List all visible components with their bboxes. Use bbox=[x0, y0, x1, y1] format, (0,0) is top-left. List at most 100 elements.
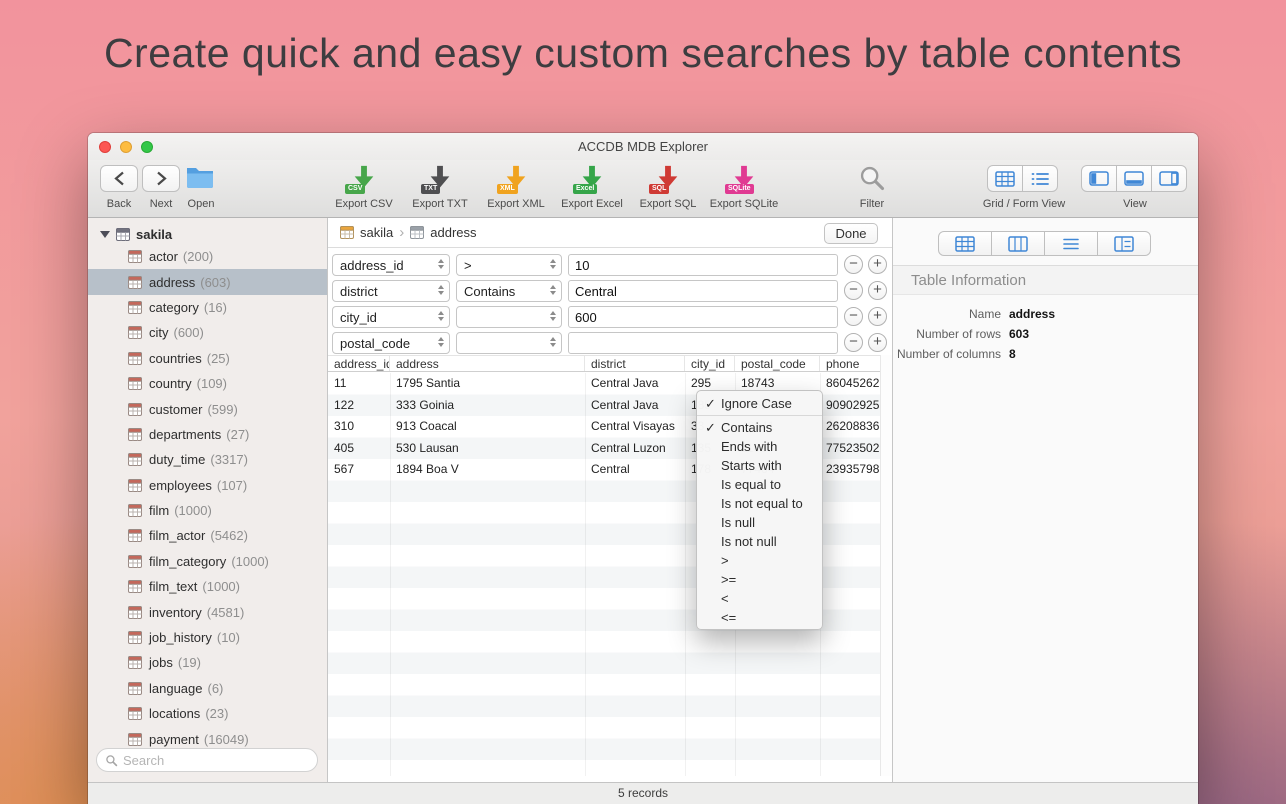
column-header[interactable]: address_id bbox=[328, 356, 390, 371]
remove-filter-button[interactable]: − bbox=[844, 307, 863, 326]
sidebar-item-table[interactable]: locations (23) bbox=[88, 701, 327, 726]
sidebar-item-table[interactable]: category (16) bbox=[88, 295, 327, 320]
app-window: ACCDB MDB Explorer Back Next Open bbox=[88, 133, 1198, 804]
field-select[interactable]: city_id bbox=[332, 306, 450, 328]
operator-select[interactable]: Contains bbox=[456, 280, 562, 302]
breadcrumb-table[interactable]: address bbox=[430, 225, 476, 240]
sidebar-item-table[interactable]: film_actor (5462) bbox=[88, 523, 327, 548]
form-info-view-button[interactable] bbox=[1097, 231, 1151, 256]
remove-filter-button[interactable]: − bbox=[844, 281, 863, 300]
menu-item[interactable]: >= bbox=[697, 570, 822, 589]
cell-address: 1795 Santia bbox=[390, 373, 585, 395]
operator-select[interactable]: > bbox=[456, 254, 562, 276]
field-select[interactable]: postal_code bbox=[332, 332, 450, 354]
columns-view-button[interactable] bbox=[991, 231, 1045, 256]
menu-item[interactable]: Is not null bbox=[697, 532, 822, 551]
export-button[interactable]: CSV Export CSV bbox=[326, 160, 402, 218]
menu-item[interactable]: Is not equal to bbox=[697, 494, 822, 513]
menu-item[interactable]: ✓ Contains bbox=[697, 418, 822, 437]
field-select[interactable]: district bbox=[332, 280, 450, 302]
remove-filter-button[interactable]: − bbox=[844, 333, 863, 352]
breadcrumb-database[interactable]: sakila bbox=[360, 225, 393, 240]
sidebar-item-table[interactable]: country (109) bbox=[88, 371, 327, 396]
sidebar-item-table[interactable]: jobs (19) bbox=[88, 650, 327, 675]
sidebar-item-table[interactable]: actor (200) bbox=[88, 244, 327, 269]
export-button[interactable]: Excel Export Excel bbox=[554, 160, 630, 218]
scrollbar-track[interactable] bbox=[880, 355, 892, 776]
next-button[interactable] bbox=[142, 165, 180, 192]
back-label: Back bbox=[100, 198, 138, 210]
operator-select[interactable] bbox=[456, 332, 562, 354]
table-icon bbox=[128, 250, 142, 263]
show-sidebar-button[interactable] bbox=[1081, 165, 1117, 192]
search-icon bbox=[105, 754, 118, 767]
menu-item[interactable]: Is equal to bbox=[697, 475, 822, 494]
export-button[interactable]: TXT Export TXT bbox=[402, 160, 478, 218]
add-filter-button[interactable]: + bbox=[868, 281, 887, 300]
filter-value-input[interactable] bbox=[568, 332, 838, 354]
filter-value-input[interactable] bbox=[568, 280, 838, 302]
search-input[interactable] bbox=[123, 753, 317, 768]
info-field: Name address bbox=[893, 304, 1198, 324]
operator-select[interactable] bbox=[456, 306, 562, 328]
menu-item[interactable]: < bbox=[697, 589, 822, 608]
filter-button[interactable] bbox=[858, 164, 886, 195]
table-name: duty_time bbox=[149, 452, 205, 467]
menu-item[interactable]: Ends with bbox=[697, 437, 822, 456]
sidebar-item-table[interactable]: address (603) bbox=[88, 269, 327, 294]
back-button[interactable] bbox=[100, 165, 138, 192]
sidebar-search-field[interactable] bbox=[96, 748, 318, 772]
sidebar-item-table[interactable]: film_text (1000) bbox=[88, 574, 327, 599]
grid-view-button[interactable] bbox=[987, 165, 1023, 192]
open-button[interactable] bbox=[185, 164, 217, 193]
form-view-button[interactable] bbox=[1022, 165, 1058, 192]
sidebar-item-database[interactable]: sakila bbox=[88, 222, 327, 246]
export-button[interactable]: SQL Export SQL bbox=[630, 160, 706, 218]
filter-row: address_id > − + bbox=[328, 254, 892, 276]
sidebar-item-table[interactable]: job_history (10) bbox=[88, 625, 327, 650]
export-button[interactable]: SQLite Export SQLite bbox=[706, 160, 782, 218]
menu-item[interactable]: <= bbox=[697, 608, 822, 627]
disclosure-triangle-icon[interactable] bbox=[100, 231, 110, 238]
filter-value-input[interactable] bbox=[568, 306, 838, 328]
rows-view-button[interactable] bbox=[1044, 231, 1098, 256]
menu-item-label: <= bbox=[721, 610, 736, 625]
rows-icon bbox=[1061, 236, 1081, 252]
done-button[interactable]: Done bbox=[824, 223, 878, 244]
sidebar-item-table[interactable]: customer (599) bbox=[88, 396, 327, 421]
column-header[interactable]: city_id bbox=[685, 356, 735, 371]
table-name: inventory bbox=[149, 605, 202, 620]
sidebar-item-table[interactable]: departments (27) bbox=[88, 422, 327, 447]
sidebar-item-table[interactable]: inventory (4581) bbox=[88, 599, 327, 624]
column-header[interactable]: district bbox=[585, 356, 685, 371]
sidebar-item-table[interactable]: film (1000) bbox=[88, 498, 327, 523]
menu-item-label: >= bbox=[721, 572, 736, 587]
filter-value-input[interactable] bbox=[568, 254, 838, 276]
show-bottom-bar-button[interactable] bbox=[1116, 165, 1152, 192]
menu-item[interactable]: > bbox=[697, 551, 822, 570]
filter-row: city_id − + bbox=[328, 306, 892, 328]
column-header[interactable]: address bbox=[390, 356, 585, 371]
add-filter-button[interactable]: + bbox=[868, 255, 887, 274]
sidebar-item-table[interactable]: language (6) bbox=[88, 676, 327, 701]
menu-item[interactable]: Starts with bbox=[697, 456, 822, 475]
column-header[interactable]: postal_code bbox=[735, 356, 820, 371]
sidebar-item-table[interactable]: employees (107) bbox=[88, 473, 327, 498]
remove-filter-button[interactable]: − bbox=[844, 255, 863, 274]
menu-item[interactable]: Is null bbox=[697, 513, 822, 532]
sidebar-item-table[interactable]: city (600) bbox=[88, 320, 327, 345]
sidebar-item-table[interactable]: countries (25) bbox=[88, 346, 327, 371]
add-filter-button[interactable]: + bbox=[868, 307, 887, 326]
table-info-view-button[interactable] bbox=[938, 231, 992, 256]
table-row-count: (10) bbox=[217, 630, 240, 645]
sidebar-item-table[interactable]: film_category (1000) bbox=[88, 549, 327, 574]
menu-item[interactable]: ✓ Ignore Case bbox=[697, 393, 822, 416]
export-button[interactable]: XML Export XML bbox=[478, 160, 554, 218]
export-label: Export SQL bbox=[630, 198, 706, 210]
sidebar-item-table[interactable]: duty_time (3317) bbox=[88, 447, 327, 472]
checkmark-icon: ✓ bbox=[705, 393, 717, 415]
field-select[interactable]: address_id bbox=[332, 254, 450, 276]
show-inspector-button[interactable] bbox=[1151, 165, 1187, 192]
add-filter-button[interactable]: + bbox=[868, 333, 887, 352]
table-row-count: (107) bbox=[217, 478, 247, 493]
